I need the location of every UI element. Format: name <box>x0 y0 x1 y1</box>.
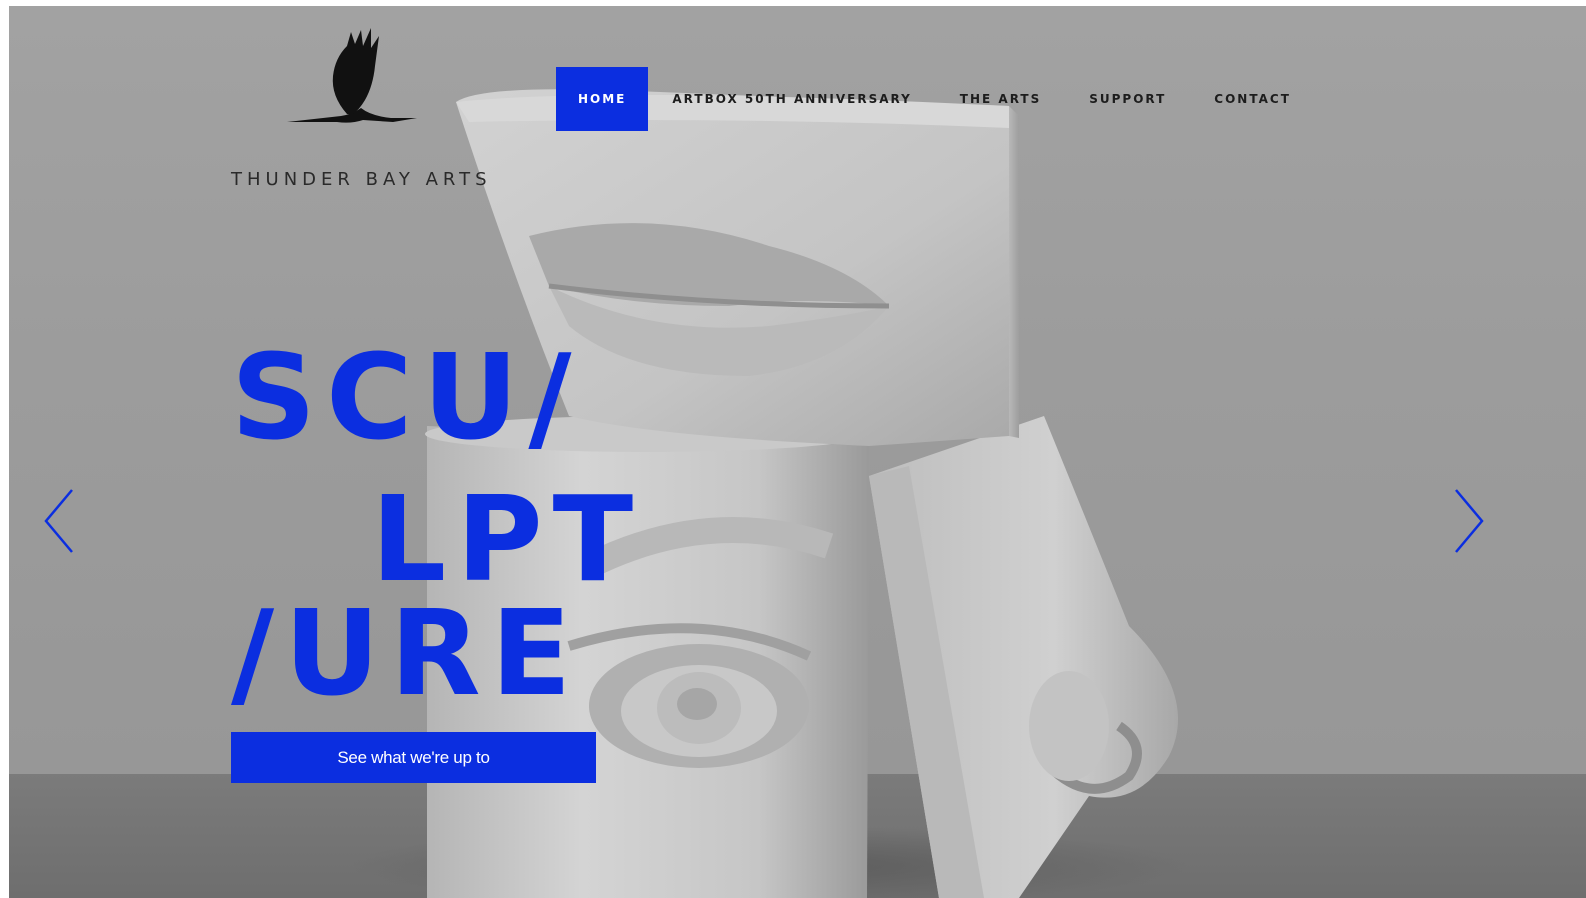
hero-slideshow: THUNDER BAY ARTS HOME ARTBOX 50TH ANNIVE… <box>9 6 1586 898</box>
hero-headline: SCU/ LPT /URE <box>231 324 651 714</box>
see-what-were-up-to-button[interactable]: See what we're up to <box>231 732 596 783</box>
main-navigation: HOME ARTBOX 50TH ANNIVERSARY THE ARTS SU… <box>556 67 1315 131</box>
hero-headline-line-1: SCU/ <box>231 328 582 466</box>
hero-headline-line-2: LPT <box>371 470 644 608</box>
chevron-right-icon[interactable] <box>1450 486 1486 556</box>
nav-item-home[interactable]: HOME <box>556 67 649 131</box>
nav-item-artbox-50th-anniversary[interactable]: ARTBOX 50TH ANNIVERSARY <box>648 67 935 131</box>
site-logo[interactable]: THUNDER BAY ARTS <box>231 26 487 190</box>
nav-item-the-arts[interactable]: THE ARTS <box>936 67 1065 131</box>
nav-item-contact[interactable]: CONTACT <box>1190 67 1315 131</box>
heron-bird-icon <box>287 28 417 123</box>
nav-item-support[interactable]: SUPPORT <box>1065 67 1190 131</box>
hero-headline-line-3: /URE <box>231 584 582 722</box>
logo-wordmark: THUNDER BAY ARTS <box>231 169 492 190</box>
chevron-left-icon[interactable] <box>42 486 78 556</box>
